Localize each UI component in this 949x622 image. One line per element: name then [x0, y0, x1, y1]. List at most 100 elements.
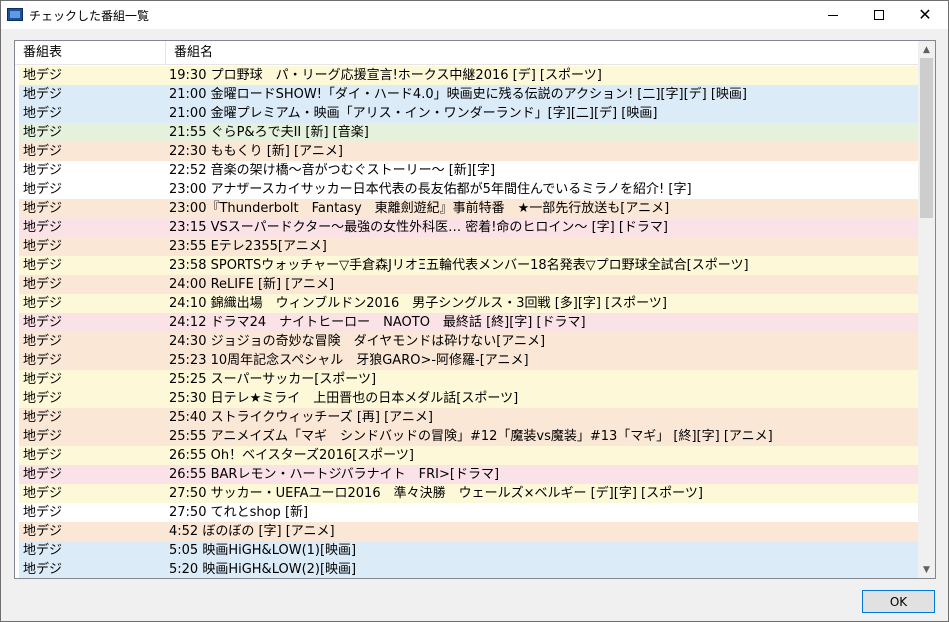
list-row[interactable]: 地デジ 25:23 10周年記念スペシャル 牙狼GARO>-阿修羅-[アニメ]	[19, 351, 918, 370]
channel-cell: 地デジ	[23, 353, 63, 368]
channel-cell: 地デジ	[23, 125, 63, 140]
channel-cell: 地デジ	[23, 163, 63, 178]
list-row[interactable]: 地デジ 21:00 金曜ロードSHOW!「ダイ・ハード4.0」映画史に残る伝説のア…	[19, 85, 918, 104]
list-row[interactable]: 地デジ 22:30 ももくり [新] [アニメ]	[19, 142, 918, 161]
list-row[interactable]: 地デジ 24:12 ドラマ24 ナイトヒーロー NAOTO 最終話 [終][字] …	[19, 313, 918, 332]
list-rows: 地デジ 19:30 プロ野球 パ・リーグ応援宣言!ホークス中継2016 [デ] […	[19, 66, 918, 578]
list-row[interactable]: 地デジ 5:20 映画HiGH&LOW(2)[映画]	[19, 560, 918, 578]
program-cell: 19:30 プロ野球 パ・リーグ応援宣言!ホークス中継2016 [デ] [スポー…	[169, 68, 602, 83]
channel-cell: 地デジ	[23, 467, 63, 482]
maximize-button[interactable]	[856, 1, 902, 29]
program-cell: 22:52 音楽の架け橋～音がつむぐストーリー～ [新][字]	[169, 163, 496, 178]
list-row[interactable]: 地デジ 23:15 VSスーパードクター～最強の女性外科医… 密着!命のヒロイン～…	[19, 218, 918, 237]
scroll-up-icon[interactable]: ▲	[918, 41, 935, 58]
channel-cell: 地デジ	[23, 182, 63, 197]
channel-cell: 地デジ	[23, 87, 63, 102]
program-cell: 26:55 Oh！ベイスターズ2016[スポーツ]	[169, 448, 414, 463]
channel-cell: 地デジ	[23, 524, 63, 539]
program-cell: 23:58 SPORTSウォッチャー▽手倉森JリオΞ五輪代表メンバー18名発表▽…	[169, 258, 749, 273]
channel-cell: 地デジ	[23, 562, 63, 577]
column-header-channel[interactable]: 番組表	[15, 41, 166, 65]
close-icon: ✕	[918, 5, 932, 24]
window-title: チェックした番組一覧	[29, 9, 150, 23]
channel-cell: 地デジ	[23, 68, 63, 83]
channel-cell: 地デジ	[23, 144, 63, 159]
program-cell: 25:40 ストライクウィッチーズ [再] [アニメ]	[169, 410, 433, 425]
program-cell: 5:20 映画HiGH&LOW(2)[映画]	[169, 562, 357, 577]
list-row[interactable]: 地デジ 5:05 映画HiGH&LOW(1)[映画]	[19, 541, 918, 560]
program-cell: 21:00 金曜ロードSHOW!「ダイ・ハード4.0」映画史に残る伝説のアクショ…	[169, 87, 747, 102]
program-cell: 26:55 BARレモン・ハートジバラナイト FRI>[ドラマ]	[169, 467, 500, 482]
list-row[interactable]: 地デジ 23:00 アナザースカイサッカー日本代表の長友佑都が5年間住んでいるミラ…	[19, 180, 918, 199]
program-cell: 22:30 ももくり [新] [アニメ]	[169, 144, 343, 159]
list-row[interactable]: 地デジ 4:52 ぼのぼの [字] [アニメ]	[19, 522, 918, 541]
minimize-icon	[828, 14, 838, 16]
program-cell: 23:55 Eテレ2355[アニメ]	[169, 239, 327, 254]
list-row[interactable]: 地デジ 26:55 BARレモン・ハートジバラナイト FRI>[ドラマ]	[19, 465, 918, 484]
list-row[interactable]: 地デジ 23:00『Thunderbolt Fantasy 東離劍遊紀』事前特番 …	[19, 199, 918, 218]
list-row[interactable]: 地デジ 21:00 金曜プレミアム・映画「アリス・イン・ワンダーランド」[字][二…	[19, 104, 918, 123]
channel-cell: 地デジ	[23, 448, 63, 463]
program-cell: 5:05 映画HiGH&LOW(1)[映画]	[169, 543, 357, 558]
list-row[interactable]: 地デジ 24:10 錦織出場 ウィンブルドン2016 男子シングルス・3回戦 [多…	[19, 294, 918, 313]
list-header: 番組表 番組名	[15, 41, 918, 65]
program-cell: 25:55 アニメイズム「マギ シンドバッドの冒険」#12「魔装vs魔装」#13…	[169, 429, 773, 444]
vertical-scrollbar[interactable]: ▲ ▼	[918, 41, 935, 578]
list-row[interactable]: 地デジ 25:25 スーパーサッカー[スポーツ]	[19, 370, 918, 389]
list-row[interactable]: 地デジ 23:58 SPORTSウォッチャー▽手倉森JリオΞ五輪代表メンバー18名…	[19, 256, 918, 275]
channel-cell: 地デジ	[23, 391, 63, 406]
title-bar[interactable]: チェックした番組一覧 ✕	[1, 1, 948, 29]
list-row[interactable]: 地デジ 22:52 音楽の架け橋～音がつむぐストーリー～ [新][字]	[19, 161, 918, 180]
program-cell: 24:00 ReLIFE [新] [アニメ]	[169, 277, 335, 292]
list-row[interactable]: 地デジ 27:50 てれとshop [新]	[19, 503, 918, 522]
program-cell: 25:23 10周年記念スペシャル 牙狼GARO>-阿修羅-[アニメ]	[169, 353, 529, 368]
channel-cell: 地デジ	[23, 315, 63, 330]
channel-cell: 地デジ	[23, 258, 63, 273]
program-cell: 23:00『Thunderbolt Fantasy 東離劍遊紀』事前特番 ★一部…	[169, 201, 670, 216]
channel-cell: 地デジ	[23, 239, 63, 254]
maximize-icon	[874, 10, 884, 20]
list-row[interactable]: 地デジ 25:55 アニメイズム「マギ シンドバッドの冒険」#12「魔装vs魔装」…	[19, 427, 918, 446]
channel-cell: 地デジ	[23, 486, 63, 501]
list-row[interactable]: 地デジ 25:30 日テレ★ミライ 上田晋也の日本メダル話[スポーツ]	[19, 389, 918, 408]
channel-cell: 地デジ	[23, 543, 63, 558]
list-row[interactable]: 地デジ 27:50 サッカー・UEFAユーロ2016 準々決勝 ウェールズ×ベルギ…	[19, 484, 918, 503]
program-cell: 27:50 てれとshop [新]	[169, 505, 309, 520]
list-row[interactable]: 地デジ 26:55 Oh！ベイスターズ2016[スポーツ]	[19, 446, 918, 465]
close-button[interactable]: ✕	[902, 1, 948, 29]
channel-cell: 地デジ	[23, 410, 63, 425]
program-cell: 24:10 錦織出場 ウィンブルドン2016 男子シングルス・3回戦 [多][字…	[169, 296, 667, 311]
channel-cell: 地デジ	[23, 505, 63, 520]
channel-cell: 地デジ	[23, 372, 63, 387]
channel-cell: 地デジ	[23, 201, 63, 216]
list-row[interactable]: 地デジ 23:55 Eテレ2355[アニメ]	[19, 237, 918, 256]
list-row[interactable]: 地デジ 19:30 プロ野球 パ・リーグ応援宣言!ホークス中継2016 [デ] […	[19, 66, 918, 85]
program-cell: 24:12 ドラマ24 ナイトヒーロー NAOTO 最終話 [終][字] [ドラ…	[169, 315, 586, 330]
list-row[interactable]: 地デジ 21:55 ぐらP&ろで夫II [新] [音楽]	[19, 123, 918, 142]
channel-cell: 地デジ	[23, 220, 63, 235]
app-icon	[7, 8, 23, 21]
program-cell: 21:55 ぐらP&ろで夫II [新] [音楽]	[169, 125, 369, 140]
channel-cell: 地デジ	[23, 429, 63, 444]
program-list[interactable]: 番組表 番組名 地デジ 19:30 プロ野球 パ・リーグ応援宣言!ホークス中継20…	[14, 40, 936, 579]
list-row[interactable]: 地デジ 24:30 ジョジョの奇妙な冒険 ダイヤモンドは砕けない[アニメ]	[19, 332, 918, 351]
program-cell: 27:50 サッカー・UEFAユーロ2016 準々決勝 ウェールズ×ベルギー […	[169, 486, 703, 501]
channel-cell: 地デジ	[23, 277, 63, 292]
program-cell: 24:30 ジョジョの奇妙な冒険 ダイヤモンドは砕けない[アニメ]	[169, 334, 546, 349]
list-row[interactable]: 地デジ 25:40 ストライクウィッチーズ [再] [アニメ]	[19, 408, 918, 427]
list-row[interactable]: 地デジ 24:00 ReLIFE [新] [アニメ]	[19, 275, 918, 294]
program-cell: 21:00 金曜プレミアム・映画「アリス・イン・ワンダーランド」[字][二][デ…	[169, 106, 658, 121]
ok-button[interactable]: OK	[862, 590, 935, 613]
column-header-program[interactable]: 番組名	[166, 41, 918, 65]
channel-cell: 地デジ	[23, 334, 63, 349]
program-cell: 23:00 アナザースカイサッカー日本代表の長友佑都が5年間住んでいるミラノを紹…	[169, 182, 692, 197]
scroll-down-icon[interactable]: ▼	[918, 561, 935, 578]
checked-programs-window: チェックした番組一覧 ✕ 番組表 番組名 地デジ 19:30 プロ野球 パ・リーグ…	[0, 0, 949, 622]
program-cell: 25:25 スーパーサッカー[スポーツ]	[169, 372, 377, 387]
minimize-button[interactable]	[810, 1, 856, 29]
channel-cell: 地デジ	[23, 296, 63, 311]
program-cell: 25:30 日テレ★ミライ 上田晋也の日本メダル話[スポーツ]	[169, 391, 519, 406]
channel-cell: 地デジ	[23, 106, 63, 121]
program-cell: 23:15 VSスーパードクター～最強の女性外科医… 密着!命のヒロイン～ [字…	[169, 220, 668, 235]
scroll-thumb[interactable]	[920, 58, 933, 218]
